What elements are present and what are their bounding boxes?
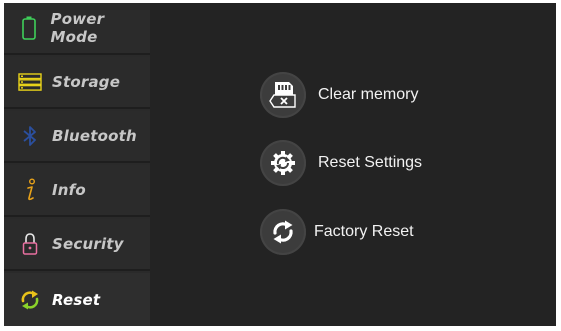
- factory-reset-button[interactable]: Factory Reset: [260, 209, 414, 255]
- reset-panel: Clear memory Reset Settings Factory Rese…: [150, 3, 556, 326]
- sidebar-item-label: Power Mode: [50, 10, 105, 46]
- sidebar-item-label: Reset: [52, 290, 101, 309]
- refresh-icon: [260, 209, 306, 255]
- sidebar-item-bluetooth[interactable]: Bluetooth: [4, 111, 150, 163]
- device-screen: Power Mode Storage Bluetooth Info Securi…: [4, 3, 556, 326]
- gear-reset-icon: [260, 140, 306, 186]
- sidebar-item-label: Bluetooth: [52, 127, 137, 145]
- lock-icon: [18, 232, 42, 256]
- reset-icon: [18, 288, 42, 312]
- sidebar-item-label: Info: [52, 181, 86, 199]
- sidebar-item-storage[interactable]: Storage: [4, 57, 150, 109]
- action-label: Reset Settings: [318, 154, 423, 171]
- sidebar-item-label: Security: [52, 235, 124, 253]
- sidebar-item-security[interactable]: Security: [4, 219, 150, 271]
- sidebar-item-power-mode[interactable]: Power Mode: [4, 3, 150, 55]
- sidebar: Power Mode Storage Bluetooth Info Securi…: [4, 3, 150, 326]
- battery-icon: [18, 16, 41, 40]
- sidebar-item-info[interactable]: Info: [4, 165, 150, 217]
- action-label: Clear memory: [318, 86, 419, 103]
- bluetooth-icon: [18, 124, 42, 148]
- clear-memory-button[interactable]: Clear memory: [260, 72, 418, 118]
- sidebar-item-reset[interactable]: Reset: [4, 273, 150, 326]
- info-icon: [18, 178, 42, 202]
- sidebar-item-label: Storage: [52, 73, 121, 91]
- action-label: Factory Reset: [314, 223, 414, 240]
- sd-card-clear-icon: [260, 72, 306, 118]
- reset-settings-button[interactable]: Reset Settings: [260, 140, 422, 186]
- storage-icon: [18, 70, 42, 94]
